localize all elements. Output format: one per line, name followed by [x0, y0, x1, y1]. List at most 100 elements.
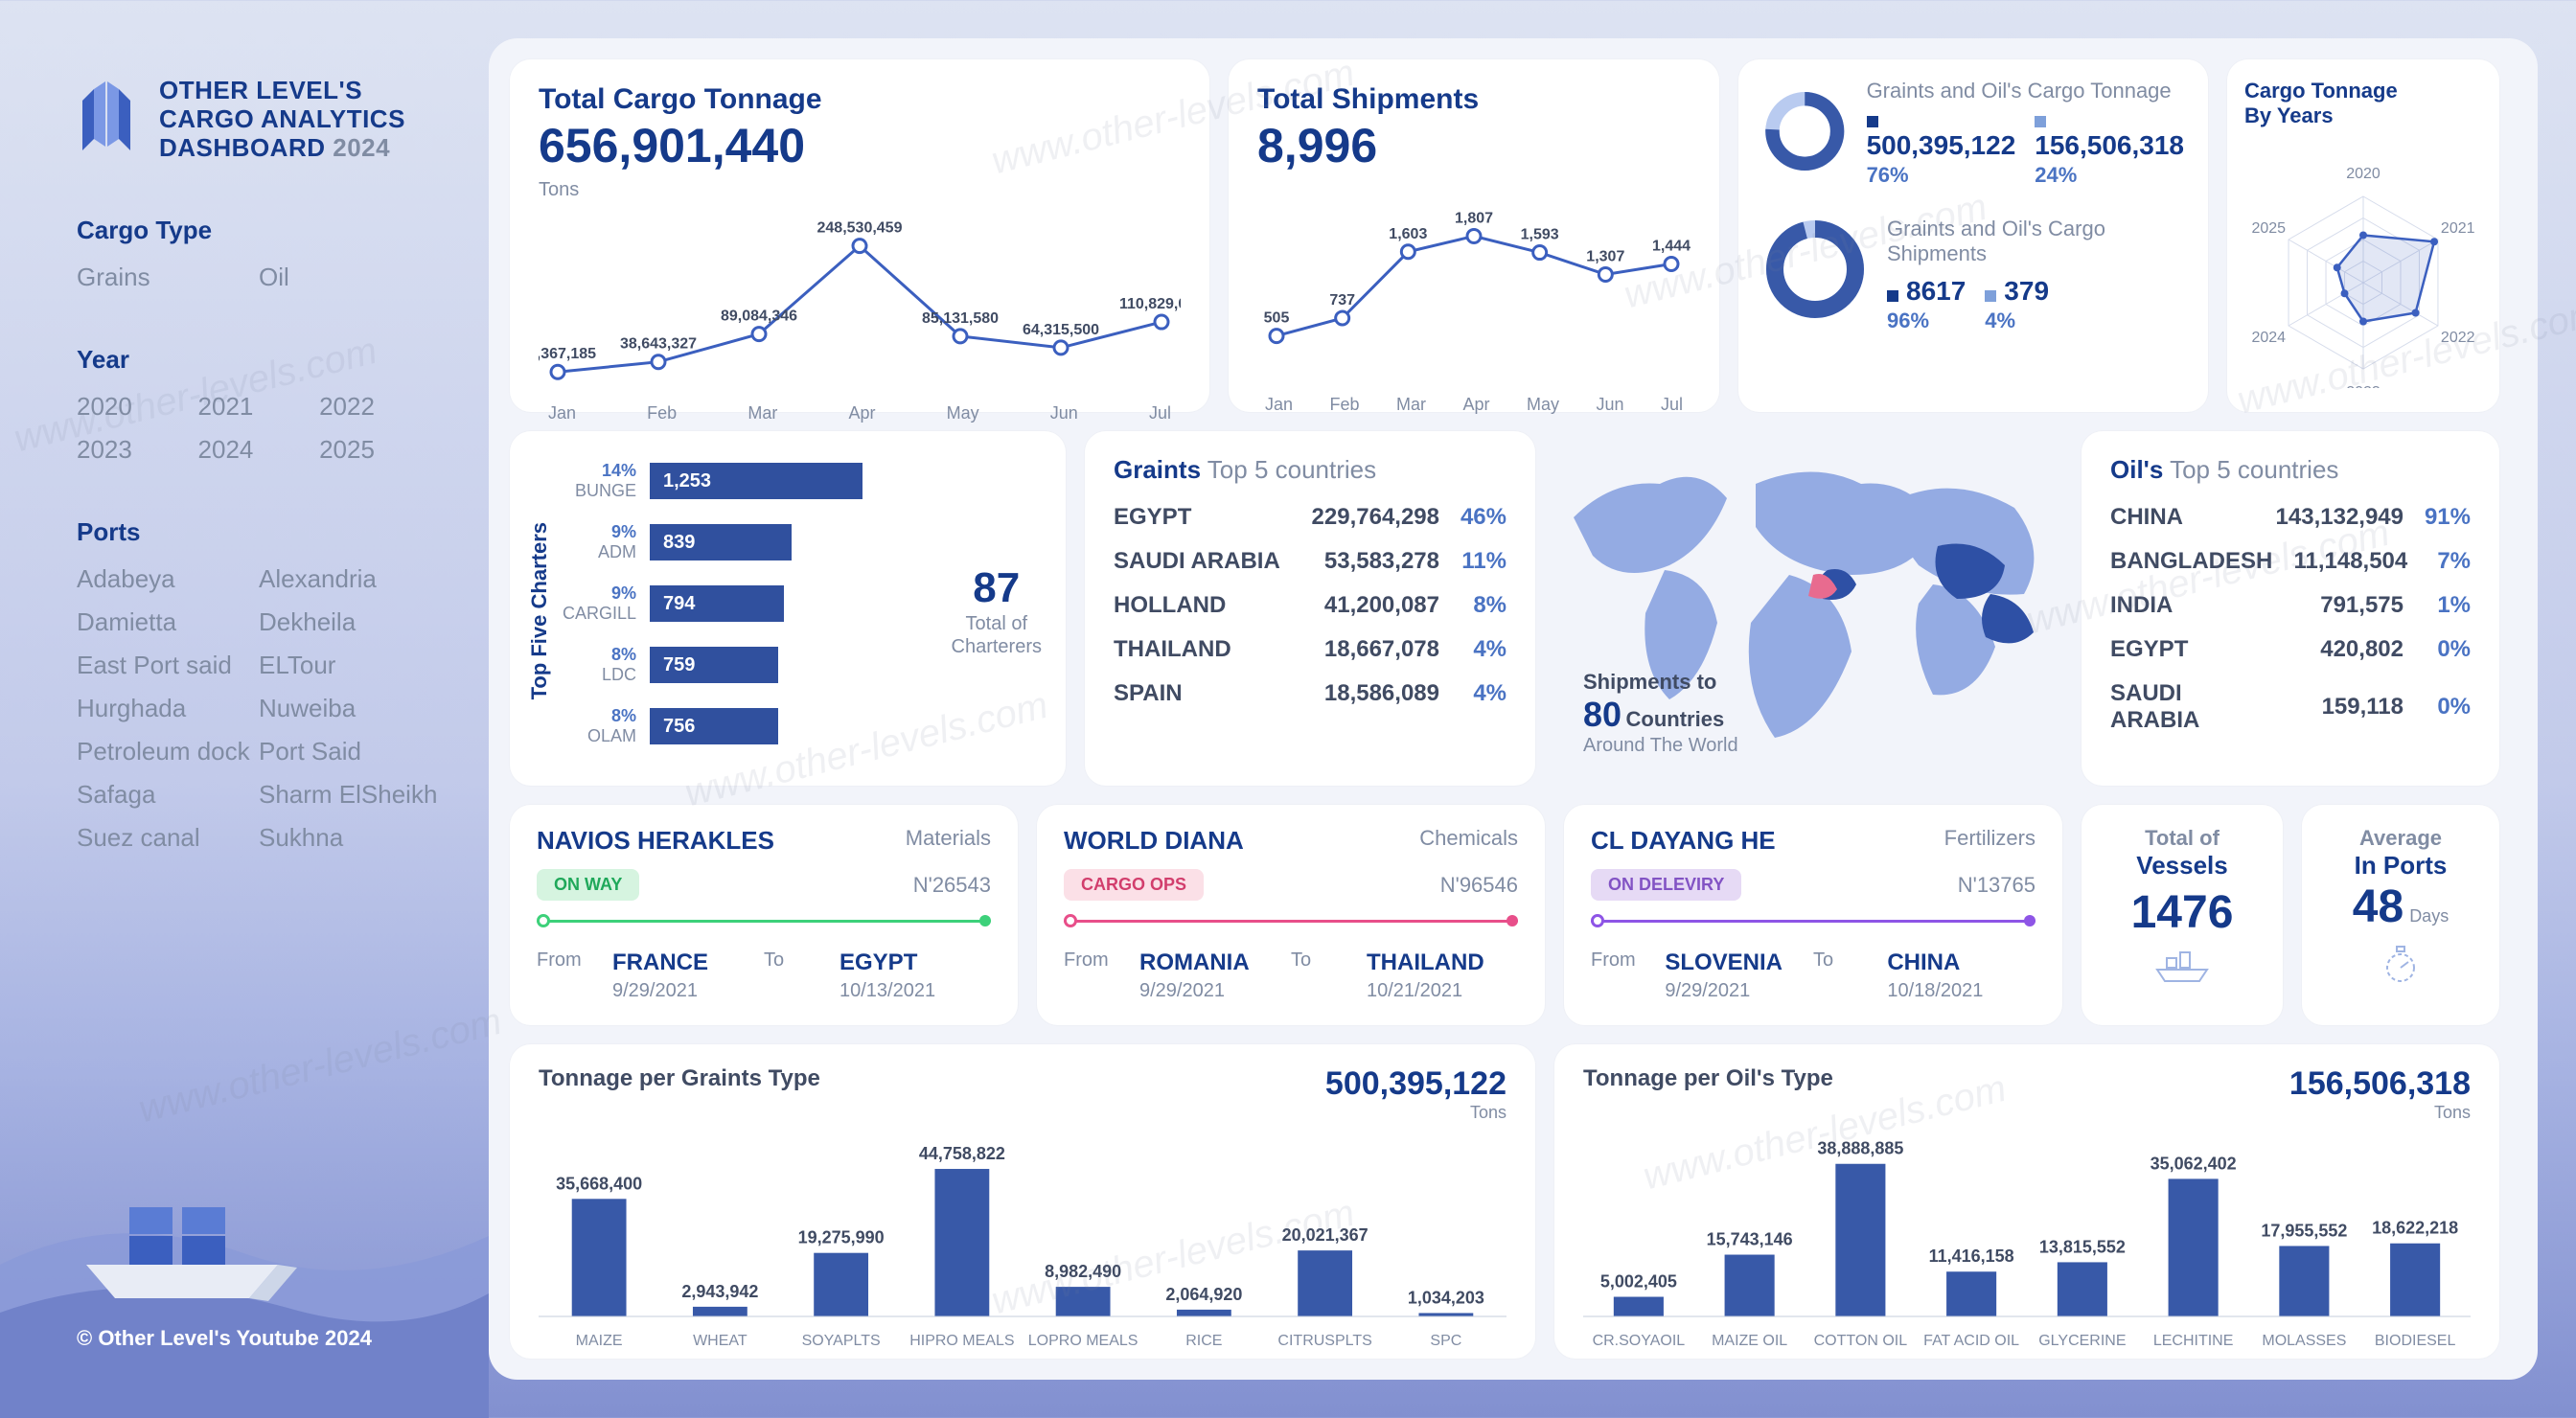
filter-port-4[interactable]: East Port said	[77, 651, 259, 680]
filter-port-2[interactable]: Damietta	[77, 607, 259, 637]
filter-year-0[interactable]: 2020	[77, 392, 198, 422]
top5g-rows: EGYPT229,764,29846%SAUDI ARABIA53,583,27…	[1114, 504, 1506, 707]
filter-port-10[interactable]: Safaga	[77, 780, 259, 810]
ship-name: NAVIOS HERAKLES	[537, 826, 774, 856]
filter-port-11[interactable]: Sharm ElSheikh	[259, 780, 441, 810]
table-row: THAILAND18,667,0784%	[1114, 636, 1506, 663]
donut-shipments-heading: Graints and Oil's Cargo Shipments	[1887, 217, 2184, 266]
filter-year-3[interactable]: 2023	[77, 435, 198, 465]
svg-text:17,955,552: 17,955,552	[2261, 1221, 2347, 1240]
svg-text:38,888,885: 38,888,885	[1817, 1139, 1903, 1158]
card-tonnage-grains-type: Tonnage per Graints Type 500,395,122Tons…	[510, 1044, 1535, 1359]
filter-port-6[interactable]: Hurghada	[77, 694, 259, 723]
card-ship-1[interactable]: WORLD DIANAChemicalsCARGO OPSN'96546From…	[1037, 805, 1545, 1025]
tono-unit: Tons	[2289, 1103, 2471, 1123]
shipments-x-labels: JanFebMarAprMayJunJul	[1257, 395, 1690, 415]
svg-text:15,743,146: 15,743,146	[1707, 1230, 1793, 1249]
svg-text:2,064,920: 2,064,920	[1165, 1285, 1242, 1304]
donut-tonnage-icon	[1762, 79, 1848, 184]
stopwatch-icon	[2312, 943, 2490, 994]
filter-cargo-type-0[interactable]: Grains	[77, 263, 259, 292]
card-ship-2[interactable]: CL DAYANG HEFertilizersON DELEVIRYN'1376…	[1564, 805, 2062, 1025]
donut-shipments-icon	[1762, 217, 1868, 322]
ship-name: CL DAYANG HE	[1591, 826, 1776, 856]
world-map: Shipments to 80 Countries Around The Wor…	[1554, 431, 2062, 786]
tong-unit: Tons	[1325, 1103, 1506, 1123]
filter-year-4[interactable]: 2024	[198, 435, 320, 465]
radar-title-2: By Years	[2244, 103, 2334, 127]
donut-ship-p1: 96%	[1887, 309, 1966, 333]
svg-text:1,307: 1,307	[1586, 248, 1624, 264]
svg-text:2020: 2020	[2346, 166, 2380, 182]
logo-icon	[77, 80, 138, 160]
avgport-n: 48	[2353, 881, 2404, 932]
donut-tonnage-heading: Graints and Oil's Cargo Tonnage	[1867, 79, 2184, 103]
donut-ship-v2: 379	[2004, 276, 2049, 306]
svg-text:85,131,580: 85,131,580	[922, 310, 999, 327]
donut-tonnage-p1: 76%	[1867, 163, 2016, 188]
tonnage-x-labels: JanFebMarAprMayJunJul	[539, 403, 1181, 423]
svg-text:1,593: 1,593	[1521, 227, 1559, 243]
filter-port-7[interactable]: Nuweiba	[259, 694, 441, 723]
svg-text:737: 737	[1329, 292, 1355, 309]
svg-text:20,367,185: 20,367,185	[539, 346, 596, 362]
filter-cargo-type-1[interactable]: Oil	[259, 263, 441, 292]
charter-row: 14%BUNGE1,253	[562, 450, 932, 512]
table-row: EGYPT420,8020%	[2110, 636, 2471, 663]
filter-port-3[interactable]: Dekheila	[259, 607, 441, 637]
svg-text:35,668,400: 35,668,400	[556, 1174, 642, 1193]
filter-year-1[interactable]: 2021	[198, 392, 320, 422]
charter-row: 8%LDC759	[562, 634, 932, 696]
ship-category: Chemicals	[1419, 826, 1518, 856]
filter-year-2[interactable]: 2022	[319, 392, 441, 422]
svg-text:19,275,990: 19,275,990	[798, 1228, 885, 1247]
ship-id: N'13765	[1958, 873, 2036, 898]
filter-year-list: 202020212022 202320242025	[77, 392, 441, 465]
svg-text:1,807: 1,807	[1455, 210, 1493, 226]
filter-cargo-type-list: GrainsOil	[77, 263, 441, 292]
avgport-l1: Average	[2312, 826, 2490, 851]
svg-text:5,002,405: 5,002,405	[1600, 1272, 1677, 1292]
card-avg-in-ports: Average In Ports 48Days	[2302, 805, 2499, 1025]
filter-port-5[interactable]: ELTour	[259, 651, 441, 680]
charter-row: 9%ADM839	[562, 512, 932, 573]
filter-port-0[interactable]: Adabeya	[77, 564, 259, 594]
donut-ship-v1: 8617	[1906, 276, 1966, 306]
svg-text:1,444: 1,444	[1652, 238, 1690, 254]
filter-port-8[interactable]: Petroleum dock	[77, 737, 259, 766]
charter-row: 9%CARGILL794	[562, 573, 932, 634]
filter-port-1[interactable]: Alexandria	[259, 564, 441, 594]
table-row: HOLLAND41,200,0878%	[1114, 592, 1506, 619]
ship-id: N'96546	[1440, 873, 1518, 898]
card-ship-0[interactable]: NAVIOS HERAKLESMaterialsON WAYN'26543Fro…	[510, 805, 1018, 1025]
top5g-suffix: Top 5 countries	[1208, 455, 1376, 484]
tong-bar-chart: 35,668,4002,943,94219,275,99044,758,8228…	[539, 1121, 1506, 1322]
tono-total: 156,506,318	[2289, 1065, 2471, 1103]
tong-x-labels: MAIZEWHEATSOYAPLTSHIPRO MEALSLOPRO MEALS…	[539, 1333, 1506, 1350]
svg-text:11,416,158: 11,416,158	[1929, 1246, 2014, 1266]
donut-tonnage-v2: 156,506,318	[2035, 130, 2184, 160]
ship-id: N'26543	[913, 873, 991, 898]
vessels-l2: Vessels	[2091, 851, 2273, 881]
svg-text:18,622,218: 18,622,218	[2372, 1219, 2458, 1238]
filter-ports-list: AdabeyaAlexandriaDamiettaDekheilaEast Po…	[77, 564, 441, 853]
table-row: BANGLADESH11,148,5047%	[2110, 548, 2471, 575]
table-row: EGYPT229,764,29846%	[1114, 504, 1506, 531]
svg-text:1,603: 1,603	[1389, 226, 1427, 242]
svg-text:20,021,367: 20,021,367	[1282, 1225, 1368, 1245]
donut-tonnage-p2: 24%	[2035, 163, 2184, 188]
svg-text:2021: 2021	[2441, 220, 2475, 237]
svg-text:8,982,490: 8,982,490	[1045, 1262, 1121, 1281]
radar-chart: 202020212022202320242025	[2244, 139, 2482, 388]
shipments-title: Total Shipments	[1257, 83, 1690, 116]
filter-port-12[interactable]: Suez canal	[77, 823, 259, 853]
table-row: SAUDI ARABIA159,1180%	[2110, 680, 2471, 734]
table-row: CHINA143,132,94991%	[2110, 504, 2471, 531]
filter-port-13[interactable]: Sukhna	[259, 823, 441, 853]
svg-text:38,643,327: 38,643,327	[620, 336, 697, 353]
svg-text:35,062,402: 35,062,402	[2150, 1154, 2237, 1173]
card-donuts: Graints and Oil's Cargo Tonnage 500,395,…	[1738, 59, 2208, 412]
charters-bars: 14%BUNGE1,2539%ADM8399%CARGILL7948%LDC75…	[562, 450, 932, 771]
filter-year-5[interactable]: 2025	[319, 435, 441, 465]
filter-port-9[interactable]: Port Said	[259, 737, 441, 766]
